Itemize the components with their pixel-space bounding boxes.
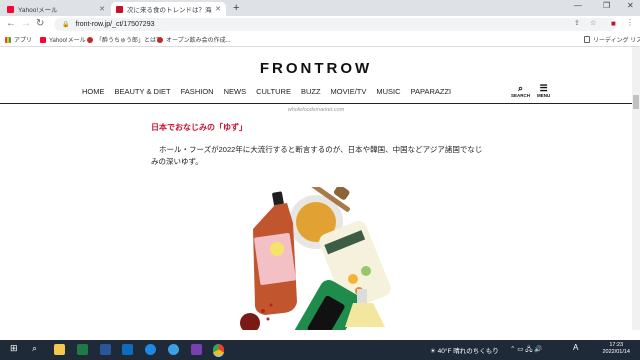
lock-icon: 🔒 <box>62 22 70 28</box>
nav-home[interactable]: HOME <box>82 87 105 96</box>
weather-widget[interactable]: ☀ 40°F 晴れのちくもり <box>430 345 499 355</box>
menu-button[interactable]: ☰ MENU <box>537 83 551 99</box>
back-button[interactable]: ← <box>6 18 16 29</box>
weather-text: 40°F 晴れのちくもり <box>437 348 499 355</box>
nav-movie-tv[interactable]: MOVIE/TV <box>331 87 367 96</box>
nav-paparazzi[interactable]: PAPARAZZI <box>411 87 452 96</box>
edge-icon[interactable] <box>145 344 156 355</box>
bookmark-site-icon <box>157 36 163 43</box>
new-tab-button[interactable]: + <box>233 2 239 14</box>
yahoo-icon <box>40 36 46 43</box>
tab-title: 次に来る食のトレンドは？海外の大 <box>127 7 212 14</box>
outlook-icon[interactable] <box>122 344 133 355</box>
menu-label: MENU <box>537 93 551 98</box>
chrome-icon[interactable] <box>213 344 224 357</box>
search-icon: ⌕ <box>517 83 524 93</box>
excel-icon[interactable] <box>77 344 88 355</box>
nav-culture[interactable]: CULTURE <box>256 87 291 96</box>
reading-list-icon <box>584 36 590 43</box>
teams-icon[interactable] <box>191 344 202 355</box>
window-close-button[interactable]: ✕ <box>627 1 634 10</box>
nav-music[interactable]: MUSIC <box>376 87 400 96</box>
browser-toolbar: ← → ↻ 🔒 front-row.jp/_ct/17507293 ⇪ ☆ ■ … <box>0 16 640 33</box>
search-icon[interactable]: ⌕ <box>32 343 37 354</box>
windows-start-icon[interactable]: ⊞ <box>10 343 18 354</box>
image-credit: wholefoodsmarket.com <box>287 107 345 113</box>
forward-button[interactable]: → <box>21 18 31 29</box>
hamburger-icon: ☰ <box>539 83 548 93</box>
bookmark-yahoo-mail[interactable]: Yahoo!メール <box>40 35 86 44</box>
address-bar[interactable]: 🔒 front-row.jp/_ct/17507293 ⇪ ☆ <box>54 18 617 31</box>
section-heading: 日本でおなじみの「ゆず」 <box>151 123 247 132</box>
tab-yahoo-mail[interactable]: Yahoo!メール ✕ <box>2 2 110 16</box>
bookmarks-bar: アプリ Yahoo!メール 「酔うちゅう郎」とは？ オープン飲み会の作成... … <box>0 33 640 47</box>
page-scrollbar[interactable] <box>632 47 640 330</box>
clock[interactable]: 17:23 2022/01/14 <box>602 342 630 356</box>
nav-fashion[interactable]: FASHION <box>181 87 214 96</box>
tab-title: Yahoo!メール <box>18 7 58 14</box>
bookmark-apps[interactable]: アプリ <box>5 35 32 44</box>
reading-list-label: リーディング リスト <box>593 38 640 44</box>
tab-strip: Yahoo!メール ✕ 次に来る食のトレンドは？海外の大 ✕ + — ❐ ✕ <box>0 0 640 16</box>
site-nav: HOME BEAUTY & DIET FASHION NEWS CULTURE … <box>82 87 461 96</box>
apps-grid-icon <box>5 36 11 43</box>
clock-time: 17:23 <box>609 342 624 348</box>
site-logo[interactable]: FRONTROW <box>0 60 632 77</box>
frontrow-favicon-icon <box>116 5 123 13</box>
extension-icon[interactable]: ■ <box>611 19 616 28</box>
system-tray-icons[interactable]: ⌃ ▭ 🖧 🔊 <box>510 345 542 356</box>
clock-date: 2022/01/14 <box>602 349 630 355</box>
nav-divider <box>0 103 632 104</box>
bookmark-label: アプリ <box>14 38 33 44</box>
product-photo <box>240 187 391 330</box>
article-paragraph: ホール・フーズが2022年に大流行すると断言するのが、日本や韓国、中国などアジア… <box>151 145 483 166</box>
reading-list-button[interactable]: リーディング リスト <box>584 35 640 44</box>
bookmark-youchuuro[interactable]: 「酔うちゅう郎」とは？ <box>87 35 162 44</box>
url-text: front-row.jp/_ct/17507293 <box>75 21 155 28</box>
bookmark-star-icon[interactable]: ☆ <box>590 19 596 27</box>
share-icon[interactable]: ⇪ <box>574 19 580 27</box>
bookmark-site-icon <box>87 36 93 43</box>
amber-bottle-image <box>253 191 297 315</box>
bookmark-label: Yahoo!メール <box>49 38 86 44</box>
nav-beauty-diet[interactable]: BEAUTY & DIET <box>115 87 171 96</box>
minimize-button[interactable]: — <box>574 1 582 10</box>
reload-button[interactable]: ↻ <box>36 18 44 29</box>
file-explorer-icon[interactable] <box>54 344 65 355</box>
windows-taskbar: ⊞ ⌕ ☀ 40°F 晴れのちくもり ⌃ ▭ 🖧 🔊 A 17:23 2022/… <box>0 340 640 360</box>
bookmark-label: 「酔うちゅう郎」とは？ <box>96 38 163 44</box>
tab-close-icon[interactable]: ✕ <box>215 5 221 13</box>
tab-close-icon[interactable]: ✕ <box>99 5 105 13</box>
restore-button[interactable]: ❐ <box>603 1 610 10</box>
nav-news[interactable]: NEWS <box>224 87 247 96</box>
more-menu-icon[interactable]: ⋮ <box>626 18 634 27</box>
search-label: SEARCH <box>511 93 531 98</box>
scrollbar-thumb[interactable] <box>633 95 639 109</box>
bookmark-label: オープン飲み会の作成... <box>166 38 231 44</box>
bookmark-open-nomikai[interactable]: オープン飲み会の作成... <box>157 35 231 44</box>
tab-frontrow[interactable]: 次に来る食のトレンドは？海外の大 ✕ <box>111 2 226 16</box>
nav-buzz[interactable]: BUZZ <box>301 87 321 96</box>
edge-browser-icon[interactable] <box>168 344 179 355</box>
word-icon[interactable] <box>100 344 111 355</box>
ime-indicator[interactable]: A <box>573 343 578 352</box>
yahoo-favicon-icon <box>7 5 14 13</box>
web-page: FRONTROW HOME BEAUTY & DIET FASHION NEWS… <box>0 47 632 330</box>
search-button[interactable]: ⌕ SEARCH <box>511 83 531 99</box>
